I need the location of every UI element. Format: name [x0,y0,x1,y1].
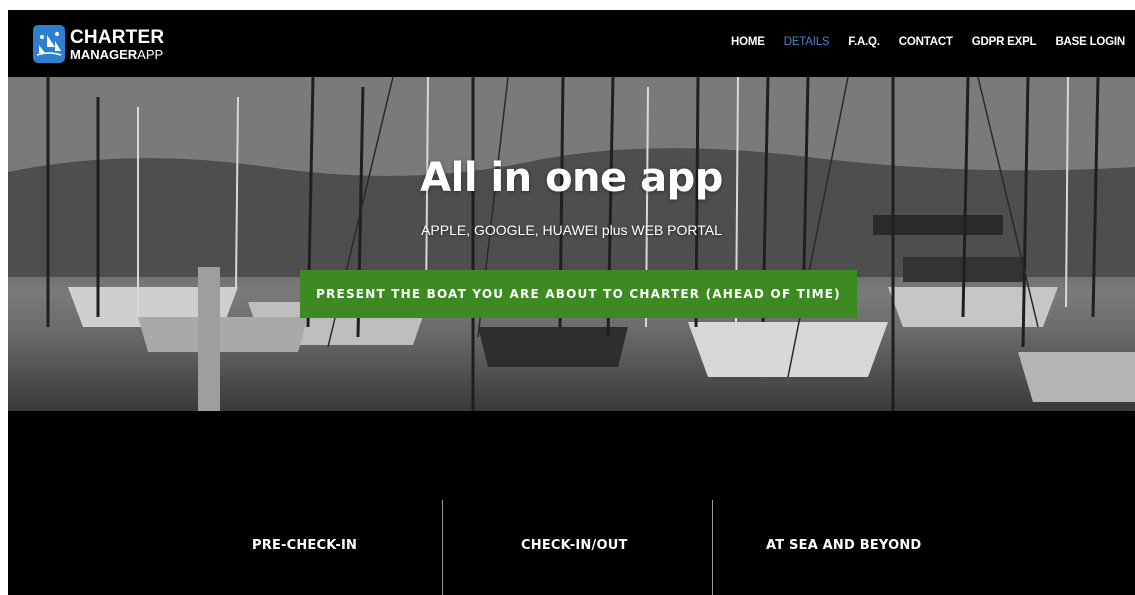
nav-item-gdpr-expl[interactable]: GDPR EXPL [972,36,1037,48]
brand-line2-bold: MANAGER [70,46,138,62]
present-boat-cta-button[interactable]: PRESENT THE BOAT YOU ARE ABOUT TO CHARTE… [300,270,857,318]
features-section: PRE-CHECK-IN CHECK-IN/OUT AT SEA AND BEY… [8,411,1135,595]
feature-check-in-out[interactable]: CHECK-IN/OUT [521,538,628,553]
marina-background-image [8,77,1135,411]
main-nav: HOME DETAILS F.A.Q. CONTACT GDPR EXPL BA… [712,36,1125,48]
page-frame: CHARTER MANAGERAPP HOME DETAILS F.A.Q. C… [8,10,1135,595]
nav-item-faq[interactable]: F.A.Q. [848,36,880,48]
column-divider [712,500,713,595]
hero-title: All in one app [420,155,723,201]
nav-item-base-login[interactable]: BASE LOGIN [1055,36,1125,48]
nav-item-contact[interactable]: CONTACT [899,36,953,48]
feature-at-sea-and-beyond[interactable]: AT SEA AND BEYOND [766,538,921,553]
hero-banner: All in one app APPLE, GOOGLE, HUAWEI plu… [8,77,1135,411]
hero-subtitle: APPLE, GOOGLE, HUAWEI plus WEB PORTAL [421,222,722,238]
brand-line2: MANAGERAPP [70,48,164,61]
nav-item-details[interactable]: DETAILS [784,36,830,48]
brand-line2-regular: APP [137,46,164,62]
column-divider [442,500,443,595]
feature-pre-check-in[interactable]: PRE-CHECK-IN [252,538,357,553]
brand-name: CHARTER MANAGERAPP [70,28,164,61]
brand-line1: CHARTER [70,26,165,48]
brand-logo-link[interactable]: CHARTER MANAGERAPP [33,24,164,64]
site-header: CHARTER MANAGERAPP HOME DETAILS F.A.Q. C… [8,10,1135,77]
nav-item-home[interactable]: HOME [731,36,765,48]
boats-logo-icon [33,25,65,63]
